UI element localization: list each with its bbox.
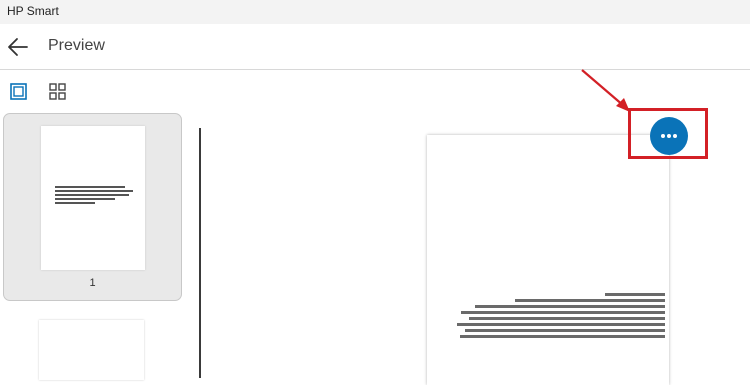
grid-view-button[interactable] <box>46 80 70 104</box>
back-arrow-icon <box>8 38 28 56</box>
preview-page <box>427 135 669 385</box>
panel-divider <box>199 128 201 378</box>
single-page-view-icon <box>10 83 27 100</box>
thumbnail-page-image <box>41 126 145 270</box>
more-options-button[interactable] <box>650 117 688 155</box>
page-thumbnail-2[interactable] <box>39 320 144 380</box>
preview-page-text <box>455 290 665 338</box>
annotation-arrow <box>581 69 630 112</box>
grid-view-icon <box>49 83 66 100</box>
title-bar: HP Smart <box>0 0 750 24</box>
more-options-icon <box>661 134 677 138</box>
page-title: Preview <box>48 37 105 54</box>
single-view-button[interactable] <box>7 80 31 104</box>
header: Preview <box>0 24 750 70</box>
app-title: HP Smart <box>7 4 59 18</box>
page-thumbnail-1[interactable]: 1 <box>3 113 182 301</box>
thumbnail-page-number: 1 <box>89 277 96 289</box>
back-button[interactable] <box>4 33 32 61</box>
thumbnail-text-lines <box>55 186 135 206</box>
